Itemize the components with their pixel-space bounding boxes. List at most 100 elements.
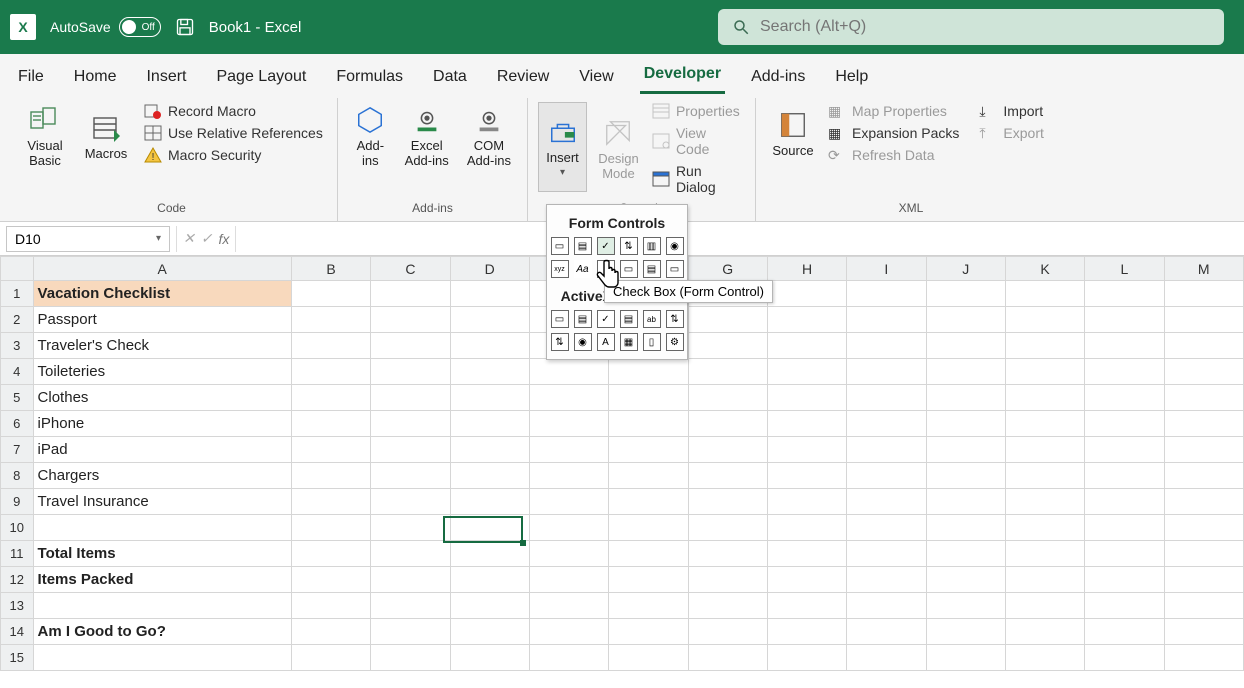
cell-K4[interactable] [1005, 359, 1084, 385]
cell-I11[interactable] [847, 541, 926, 567]
cell-C3[interactable] [371, 333, 450, 359]
row-header-10[interactable]: 10 [1, 515, 34, 541]
form-button-icon[interactable]: ▭ [551, 237, 569, 255]
cell-M14[interactable] [1164, 619, 1243, 645]
col-H[interactable]: H [767, 257, 846, 281]
cell-I8[interactable] [847, 463, 926, 489]
cell-D9[interactable] [450, 489, 529, 515]
cell-C6[interactable] [371, 411, 450, 437]
cell-C8[interactable] [371, 463, 450, 489]
autosave-toggle[interactable]: Off [119, 17, 161, 37]
cell-B13[interactable] [291, 593, 370, 619]
cell-L11[interactable] [1085, 541, 1164, 567]
cell-E6[interactable] [529, 411, 608, 437]
cell-K10[interactable] [1005, 515, 1084, 541]
row-15[interactable]: 15 [1, 645, 1244, 671]
menu-developer[interactable]: Developer [640, 57, 725, 94]
cell-M9[interactable] [1164, 489, 1243, 515]
use-relative-refs-button[interactable]: Use Relative References [142, 124, 325, 142]
cell-E12[interactable] [529, 567, 608, 593]
col-D[interactable]: D [450, 257, 529, 281]
view-code-button[interactable]: View Code [650, 124, 745, 158]
cell-J11[interactable] [926, 541, 1005, 567]
export-button[interactable]: ⤒Export [977, 124, 1045, 142]
cell-A7[interactable]: iPad [33, 437, 291, 463]
cell-L2[interactable] [1085, 307, 1164, 333]
import-button[interactable]: ⤓Import [977, 102, 1045, 120]
col-A[interactable]: A [33, 257, 291, 281]
form-checkbox-icon[interactable]: ✓ [597, 237, 615, 255]
ax-text-icon[interactable]: ab [643, 310, 661, 328]
cell-J9[interactable] [926, 489, 1005, 515]
run-dialog-button[interactable]: Run Dialog [650, 162, 745, 196]
cell-J15[interactable] [926, 645, 1005, 671]
cell-G9[interactable] [688, 489, 767, 515]
map-properties-button[interactable]: ▦Map Properties [826, 102, 961, 120]
chevron-down-icon[interactable]: ▾ [156, 233, 161, 244]
cell-E9[interactable] [529, 489, 608, 515]
cell-D1[interactable] [450, 281, 529, 307]
ax-spin-icon[interactable]: ⇅ [551, 333, 569, 351]
cell-F11[interactable] [609, 541, 688, 567]
row-header-12[interactable]: 12 [1, 567, 34, 593]
cell-F12[interactable] [609, 567, 688, 593]
cell-K7[interactable] [1005, 437, 1084, 463]
cell-I6[interactable] [847, 411, 926, 437]
cell-M8[interactable] [1164, 463, 1243, 489]
cell-A10[interactable] [33, 515, 291, 541]
cell-L9[interactable] [1085, 489, 1164, 515]
cell-F5[interactable] [609, 385, 688, 411]
cell-L10[interactable] [1085, 515, 1164, 541]
save-icon[interactable] [175, 17, 195, 37]
cell-A2[interactable]: Passport [33, 307, 291, 333]
cell-K14[interactable] [1005, 619, 1084, 645]
cell-M6[interactable] [1164, 411, 1243, 437]
col-I[interactable]: I [847, 257, 926, 281]
cell-K3[interactable] [1005, 333, 1084, 359]
col-K[interactable]: K [1005, 257, 1084, 281]
cell-L13[interactable] [1085, 593, 1164, 619]
cell-B4[interactable] [291, 359, 370, 385]
cell-F7[interactable] [609, 437, 688, 463]
cell-K1[interactable] [1005, 281, 1084, 307]
cell-B14[interactable] [291, 619, 370, 645]
cell-C15[interactable] [371, 645, 450, 671]
ax-image-icon[interactable]: ▦ [620, 333, 638, 351]
cell-J6[interactable] [926, 411, 1005, 437]
com-addins-button[interactable]: COM Add-ins [461, 102, 517, 170]
addins-button[interactable]: Add- ins [348, 102, 393, 170]
row-12[interactable]: 12Items Packed [1, 567, 1244, 593]
source-button[interactable]: Source [766, 102, 820, 164]
cell-J2[interactable] [926, 307, 1005, 333]
cell-C5[interactable] [371, 385, 450, 411]
row-header-4[interactable]: 4 [1, 359, 34, 385]
menu-page-layout[interactable]: Page Layout [212, 60, 310, 94]
menu-formulas[interactable]: Formulas [332, 60, 407, 94]
name-box[interactable]: D10 ▾ [6, 226, 170, 252]
cell-K13[interactable] [1005, 593, 1084, 619]
cell-M10[interactable] [1164, 515, 1243, 541]
row-header-5[interactable]: 5 [1, 385, 34, 411]
macros-button[interactable]: Macros [80, 102, 132, 170]
row-10[interactable]: 10 [1, 515, 1244, 541]
cell-L14[interactable] [1085, 619, 1164, 645]
cell-C10[interactable] [371, 515, 450, 541]
row-9[interactable]: 9Travel Insurance [1, 489, 1244, 515]
cell-J12[interactable] [926, 567, 1005, 593]
ax-label-icon[interactable]: A [597, 333, 615, 351]
cell-D2[interactable] [450, 307, 529, 333]
cell-E10[interactable] [529, 515, 608, 541]
cell-M4[interactable] [1164, 359, 1243, 385]
cancel-icon[interactable]: ✕ [183, 230, 195, 247]
cell-G12[interactable] [688, 567, 767, 593]
search-input[interactable] [760, 18, 1210, 36]
cell-L5[interactable] [1085, 385, 1164, 411]
cell-K11[interactable] [1005, 541, 1084, 567]
cell-L6[interactable] [1085, 411, 1164, 437]
cell-J8[interactable] [926, 463, 1005, 489]
cell-C11[interactable] [371, 541, 450, 567]
row-header-6[interactable]: 6 [1, 411, 34, 437]
cell-G8[interactable] [688, 463, 767, 489]
cell-E14[interactable] [529, 619, 608, 645]
cell-I3[interactable] [847, 333, 926, 359]
